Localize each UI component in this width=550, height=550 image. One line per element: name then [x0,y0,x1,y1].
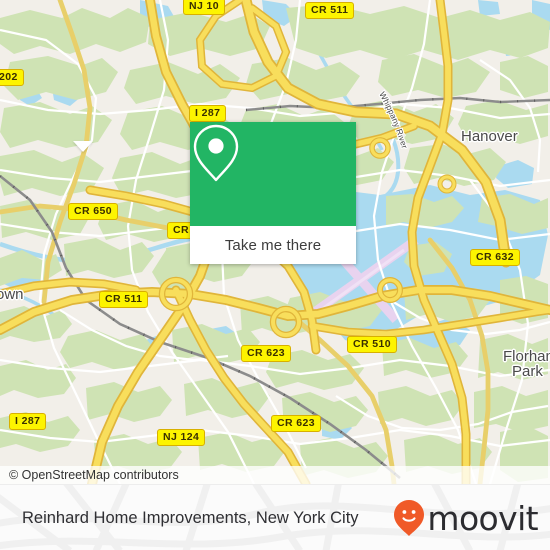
road-shield[interactable]: CR 623 [241,345,292,362]
road-shield[interactable]: NJ 124 [157,429,206,446]
road-shield[interactable]: CR 511 [99,291,149,308]
place-label-morristown: own [0,286,24,303]
moovit-logo[interactable]: moovit [392,485,539,550]
map-pin-icon [193,124,239,182]
footer-bar: Reinhard Home Improvements, New York Cit… [0,484,550,550]
road-shield[interactable]: CR 623 [271,415,322,432]
take-me-there-button[interactable]: Take me there [190,226,356,264]
place-label-florham-park: Park [512,363,543,380]
page-title: Reinhard Home Improvements, New York Cit… [22,508,359,527]
road-shield[interactable]: 202 [0,69,24,86]
location-callout-card[interactable]: Take me there [190,122,356,264]
svg-text:Whippany River: Whippany River [377,90,410,150]
map-attribution[interactable]: © OpenStreetMap contributors [0,466,550,484]
road-shield[interactable]: CR 510 [347,336,398,353]
map-screenshot: Whippany River NJ 10 CR 511 I 287 202 CR… [0,0,550,550]
road-shield[interactable]: I 287 [9,413,47,430]
place-label-hanover: Hanover [461,128,518,145]
road-shield[interactable]: NJ 10 [183,0,226,15]
moovit-smiley-pin-icon [394,500,425,536]
moovit-wordmark: moovit [427,498,538,538]
callout-card-header [190,122,356,226]
road-shield[interactable]: CR 511 [305,2,355,19]
road-shield[interactable]: CR 650 [68,203,119,220]
map-canvas[interactable]: Whippany River NJ 10 CR 511 I 287 202 CR… [0,0,550,484]
callout-pointer-tail [73,141,93,152]
road-shield[interactable]: CR 632 [470,249,521,266]
road-shield[interactable]: I 287 [189,105,227,122]
